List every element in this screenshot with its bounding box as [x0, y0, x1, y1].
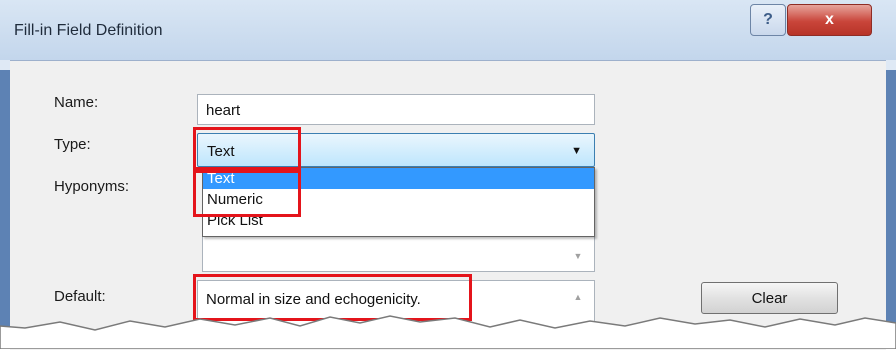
torn-edge [0, 315, 896, 349]
dialog-window: Fill-in Field Definition ? x Name: heart… [0, 0, 896, 350]
